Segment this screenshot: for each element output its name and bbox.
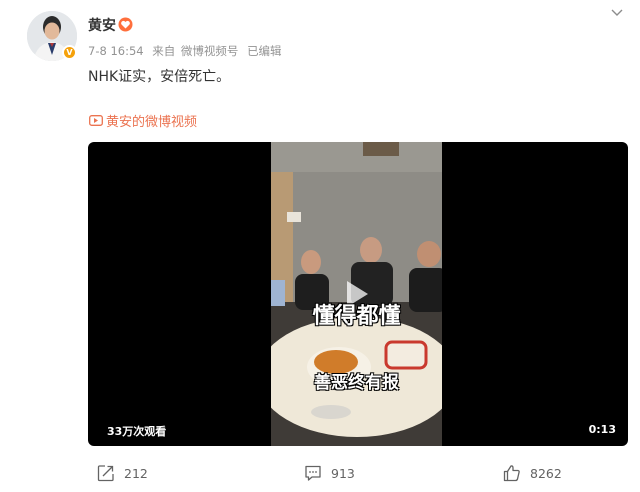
repost-button[interactable]: 212 (97, 464, 148, 482)
video-icon (89, 114, 103, 126)
video-caption-bottom: 善恶终有报 (314, 373, 399, 393)
post-time[interactable]: 7-8 16:54 (88, 44, 144, 58)
chevron-down-icon[interactable] (609, 7, 625, 19)
like-count: 8262 (530, 465, 562, 481)
source-prefix: 来自 (152, 44, 176, 58)
post-meta: 7-8 16:54 来自 微博视频号 已编辑 (88, 43, 287, 59)
verified-badge: V (62, 45, 77, 60)
video-source-link[interactable]: 黄安的微博视频 (89, 111, 198, 130)
weibo-post-card: V 黄安 7-8 16:54 来自 微博视频号 已编辑 NHK证实，安倍死亡。 … (0, 0, 640, 492)
author-name[interactable]: 黄安 (88, 15, 116, 35)
video-player[interactable]: 懂得都懂 善恶终有报 33万次观看 0:13 (88, 142, 628, 446)
video-duration: 0:13 (588, 423, 616, 436)
vip-heart-icon (118, 17, 133, 32)
like-icon (503, 465, 520, 482)
comment-count: 913 (331, 465, 355, 481)
video-source-label: 黄安的微博视频 (106, 114, 198, 130)
repost-icon (97, 465, 114, 482)
action-bar: 212 913 8262 (0, 460, 640, 490)
comment-button[interactable]: 913 (304, 464, 355, 482)
video-caption-top: 懂得都懂 (312, 304, 401, 329)
like-button[interactable]: 8262 (503, 464, 562, 482)
comment-icon (305, 465, 321, 481)
post-text: NHK证实，安倍死亡。 (88, 69, 231, 85)
view-count: 33万次观看 (107, 425, 167, 438)
repost-count: 212 (124, 465, 148, 481)
edited-label[interactable]: 已编辑 (247, 44, 282, 58)
post-source[interactable]: 微博视频号 (181, 44, 239, 58)
